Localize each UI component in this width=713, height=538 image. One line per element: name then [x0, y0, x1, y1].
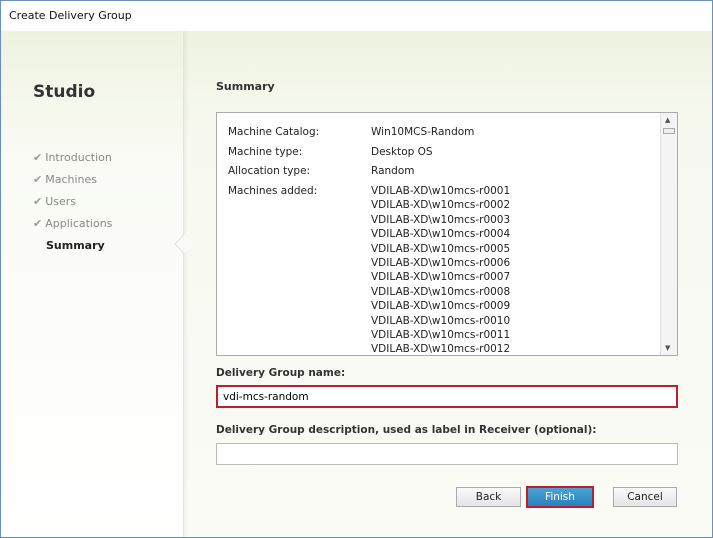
machine-item: VDILAB-XD\w10mcs-r0008: [371, 285, 511, 298]
summary-value: Win10MCS-Random: [371, 126, 475, 138]
scroll-down-arrow-icon[interactable]: ▼: [665, 344, 670, 352]
summary-label: Machine Catalog:: [228, 126, 320, 138]
cancel-button[interactable]: Cancel: [613, 487, 677, 507]
step-label: Users: [45, 195, 77, 208]
step-applications[interactable]: ✔ Applications: [33, 217, 112, 230]
machine-item: VDILAB-XD\w10mcs-r0011: [371, 329, 511, 341]
step-machines[interactable]: ✔ Machines: [33, 173, 97, 186]
delivery-group-name-label: Delivery Group name:: [216, 367, 346, 379]
summary-scrollbar[interactable]: ▲ ▼: [660, 113, 677, 355]
machine-item: VDILAB-XD\w10mcs-r0003: [371, 213, 511, 226]
back-button[interactable]: Back: [456, 487, 521, 507]
machine-item: VDILAB-XD\w10mcs-r0007: [371, 271, 511, 284]
machine-item: VDILAB-XD\w10mcs-r0001: [371, 185, 511, 197]
window-title: Create Delivery Group: [1, 1, 712, 31]
summary-list: Machine Catalog: Win10MCS-Random Machine…: [216, 112, 678, 356]
step-label: Introduction: [45, 151, 112, 164]
step-introduction[interactable]: ✔ Introduction: [33, 151, 112, 164]
create-delivery-group-window: Create Delivery Group Studio ✔ Introducti…: [0, 0, 713, 538]
scroll-thumb[interactable]: [663, 128, 675, 134]
step-summary[interactable]: Summary: [46, 239, 105, 252]
check-icon: ✔: [33, 217, 43, 230]
summary-label: Machines added:: [228, 185, 318, 197]
machine-item: VDILAB-XD\w10mcs-r0010: [371, 314, 511, 327]
delivery-group-name-input[interactable]: [216, 385, 678, 408]
finish-button[interactable]: Finish: [526, 486, 594, 508]
delivery-group-description-input[interactable]: [216, 443, 678, 465]
machine-item: VDILAB-XD\w10mcs-r0002: [371, 199, 511, 212]
machine-item: VDILAB-XD\w10mcs-r0004: [371, 228, 511, 241]
delivery-group-description-label: Delivery Group description, used as labe…: [216, 424, 597, 436]
summary-value: Random: [371, 165, 415, 177]
step-label: Machines: [45, 173, 97, 186]
machine-item: VDILAB-XD\w10mcs-r0012: [371, 343, 511, 356]
check-icon: ✔: [33, 173, 43, 186]
wizard-body: Studio ✔ Introduction ✔ Machines ✔ Users ✔ A…: [1, 31, 712, 537]
scroll-up-arrow-icon[interactable]: ▲: [665, 116, 670, 124]
summary-label: Machine type:: [228, 146, 303, 158]
step-label: Applications: [45, 217, 113, 230]
step-users[interactable]: ✔ Users: [33, 195, 76, 208]
check-icon: ✔: [33, 151, 43, 164]
machine-item: VDILAB-XD\w10mcs-r0005: [371, 242, 511, 255]
check-icon: ✔: [33, 195, 43, 208]
studio-brand: Studio: [33, 82, 96, 102]
page-title: Summary: [216, 80, 275, 93]
summary-label: Allocation type:: [228, 165, 311, 177]
machine-item: VDILAB-XD\w10mcs-r0009: [371, 300, 511, 313]
summary-value: Desktop OS: [371, 146, 433, 158]
machine-item: VDILAB-XD\w10mcs-r0006: [371, 257, 511, 269]
wizard-sidebar: Studio ✔ Introduction ✔ Machines ✔ Users ✔ A…: [1, 31, 184, 537]
